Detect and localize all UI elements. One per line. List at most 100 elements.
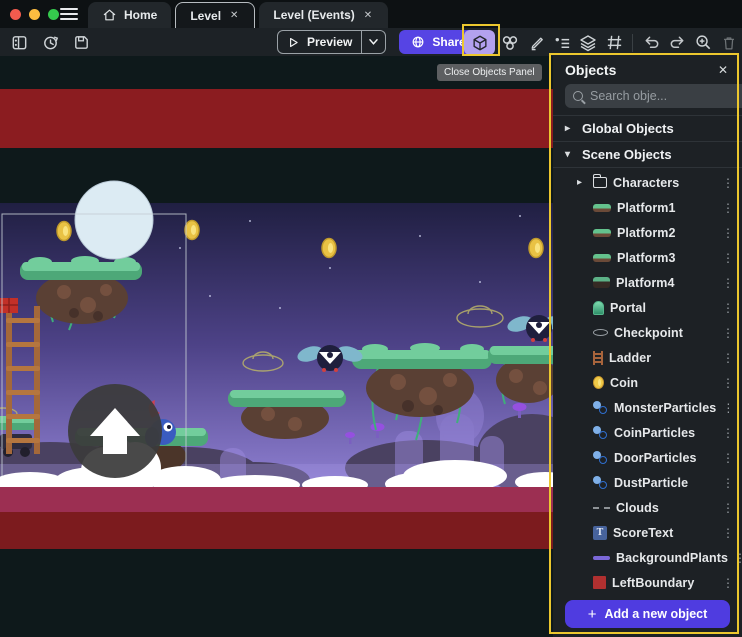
scene-render (0, 56, 553, 637)
dashed-line-icon (593, 507, 610, 509)
history-icon (41, 33, 60, 52)
toolbar-right-group (464, 30, 742, 55)
kebab-menu-icon[interactable]: ⋮ (722, 251, 732, 265)
object-label: MonsterParticles (614, 401, 716, 415)
toolbar-center-group: Preview Share (277, 30, 478, 54)
object-label: Clouds (616, 501, 716, 515)
coin-icon (593, 376, 604, 389)
objects-panel: Objects ✕ ▸ Global Objects ▾ Scene Objec… (553, 56, 742, 637)
object-item-platform3[interactable]: Platform3 ⋮ (553, 245, 742, 270)
app-window: Home Level ✕ Level (Events) ✕ (0, 0, 742, 637)
kebab-menu-icon[interactable]: ⋮ (722, 576, 732, 590)
platform-icon (593, 204, 611, 212)
object-item-portal[interactable]: Portal ⋮ (553, 295, 742, 320)
object-groups-button[interactable] (499, 32, 521, 54)
object-label: DoorParticles (614, 451, 716, 465)
globe-icon (411, 35, 425, 49)
kebab-menu-icon[interactable]: ⋮ (722, 351, 732, 365)
kebab-menu-icon[interactable]: ⋮ (734, 551, 742, 565)
kebab-menu-icon[interactable]: ⋮ (722, 376, 732, 390)
close-icon[interactable]: ✕ (228, 9, 240, 22)
preview-label: Preview (307, 35, 352, 49)
tab-home[interactable]: Home (88, 2, 171, 28)
particles-icon (593, 451, 608, 465)
text-icon (593, 526, 607, 540)
kebab-menu-icon[interactable]: ⋮ (722, 276, 732, 290)
kebab-menu-icon[interactable]: ⋮ (722, 476, 732, 490)
object-item-leftboundary[interactable]: LeftBoundary ⋮ (553, 570, 742, 592)
object-item-checkpoint[interactable]: Checkpoint ⋮ (553, 320, 742, 345)
cube-icon (471, 34, 489, 52)
object-label: DustParticle (614, 476, 716, 490)
jump-button-sprite (68, 384, 162, 478)
object-item-platform2[interactable]: Platform2 ⋮ (553, 220, 742, 245)
kebab-menu-icon[interactable]: ⋮ (722, 176, 732, 190)
particles-icon (593, 426, 608, 440)
kebab-menu-icon[interactable]: ⋮ (722, 301, 732, 315)
add-object-button[interactable]: + Add a new object (565, 600, 730, 628)
kebab-menu-icon[interactable]: ⋮ (722, 201, 732, 215)
object-item-doorparticles[interactable]: DoorParticles ⋮ (553, 445, 742, 470)
kebab-menu-icon[interactable]: ⋮ (722, 501, 732, 515)
window-zoom-button[interactable] (48, 9, 59, 20)
tab-level[interactable]: Level ✕ (175, 2, 255, 28)
boundary-icon (593, 576, 606, 589)
section-scene-objects[interactable]: ▾ Scene Objects (553, 141, 742, 167)
particles-icon (593, 401, 608, 415)
object-item-platform4[interactable]: Platform4 ⋮ (553, 270, 742, 295)
add-object-label: Add a new object (604, 607, 707, 621)
layers-button[interactable] (577, 32, 599, 54)
edit-button[interactable] (525, 32, 547, 54)
redo-button[interactable] (666, 32, 688, 54)
object-label: ScoreText (613, 526, 716, 540)
zoom-button[interactable] (692, 32, 714, 54)
object-item-ladder[interactable]: Ladder ⋮ (553, 345, 742, 370)
object-label: BackgroundPlants (616, 551, 728, 565)
object-item-coin[interactable]: Coin ⋮ (553, 370, 742, 395)
preview-button[interactable]: Preview (277, 30, 386, 54)
tab-strip: Home Level ✕ Level (Events) ✕ (88, 2, 388, 28)
search-input[interactable] (590, 89, 742, 103)
object-item-platform1[interactable]: Platform1 ⋮ (553, 195, 742, 220)
project-manager-button[interactable] (8, 31, 30, 53)
object-item-scoretext[interactable]: ScoreText ⋮ (553, 520, 742, 545)
search-row (553, 82, 742, 115)
kebab-menu-icon[interactable]: ⋮ (722, 451, 732, 465)
particles-icon (593, 476, 608, 490)
menu-icon[interactable] (60, 8, 78, 20)
kebab-menu-icon[interactable]: ⋮ (722, 226, 732, 240)
white-circle-object (75, 181, 153, 259)
undo-button[interactable] (640, 32, 662, 54)
object-item-clouds[interactable]: Clouds ⋮ (553, 495, 742, 520)
kebab-menu-icon[interactable]: ⋮ (722, 326, 732, 340)
folder-expand-arrow[interactable]: ▸ (577, 177, 587, 188)
delete-button[interactable] (718, 32, 740, 54)
save-button[interactable] (70, 31, 92, 53)
objects-panel-toggle-button[interactable] (464, 30, 495, 55)
instances-list-icon (553, 33, 572, 52)
window-close-button[interactable] (10, 9, 21, 20)
tab-label: Home (124, 8, 157, 22)
object-item-backgroundplants[interactable]: BackgroundPlants ⋮ (553, 545, 742, 570)
object-item-characters[interactable]: ▸ Characters ⋮ (553, 170, 742, 195)
window-minimize-button[interactable] (29, 9, 40, 20)
tab-level-events[interactable]: Level (Events) ✕ (259, 2, 388, 28)
kebab-menu-icon[interactable]: ⋮ (722, 526, 732, 540)
version-history-button[interactable] (39, 31, 61, 53)
object-item-monsterparticles[interactable]: MonsterParticles ⋮ (553, 395, 742, 420)
preview-dropdown-button[interactable] (361, 31, 385, 53)
close-icon[interactable]: ✕ (716, 61, 730, 79)
close-icon[interactable]: ✕ (362, 9, 374, 22)
section-global-objects[interactable]: ▸ Global Objects (553, 115, 742, 141)
folder-icon (593, 177, 607, 188)
grid-button[interactable] (603, 32, 625, 54)
object-item-coinparticles[interactable]: CoinParticles ⋮ (553, 420, 742, 445)
trash-icon (720, 34, 738, 52)
kebab-menu-icon[interactable]: ⋮ (722, 426, 732, 440)
search-box[interactable] (565, 84, 742, 108)
kebab-menu-icon[interactable]: ⋮ (722, 401, 732, 415)
scene-editor-canvas[interactable]: 1553;-337 (0, 56, 553, 637)
object-label: LeftBoundary (612, 576, 716, 590)
instances-list-button[interactable] (551, 32, 573, 54)
object-item-dustparticle[interactable]: DustParticle ⋮ (553, 470, 742, 495)
